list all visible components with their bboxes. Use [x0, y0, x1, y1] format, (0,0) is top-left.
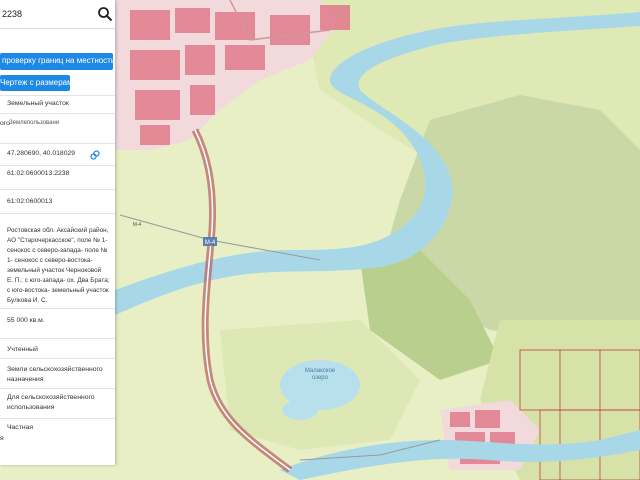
- land-category-row: Земли сельскохозяйственного назначения: [0, 358, 115, 388]
- check-boundaries-button[interactable]: проверку границ на местности: [0, 53, 113, 70]
- ownership-suffix: я: [0, 435, 4, 442]
- cad-number-row: 61:02:0600013:2238: [0, 165, 115, 189]
- road-label: М-4: [205, 240, 216, 246]
- coordinates[interactable]: 47.280690, 40.018029: [7, 150, 75, 157]
- permitted-use: Для сельскохозяйственного использования: [7, 394, 95, 411]
- cad-number: 61:02:0600013:2238: [7, 170, 70, 177]
- address-row: Ростовская обл. Аксайский район, АО "Ста…: [0, 213, 115, 308]
- registration-status: Учтенный: [7, 346, 38, 353]
- permitted-use-row: Для сельскохозяйственного использования: [0, 388, 115, 418]
- area: 55 000 кв.м.: [7, 317, 45, 324]
- lake: [282, 400, 318, 420]
- parcel-title: Земельный участок: [7, 100, 69, 107]
- land-category: Земли сельскохозяйственного назначения: [7, 366, 103, 383]
- cad-quarter: 61:02:0600013: [7, 198, 53, 205]
- search-input[interactable]: [0, 4, 90, 24]
- area-row: 55 000 кв.м.: [0, 308, 115, 338]
- registration-status-row: Учтенный: [0, 338, 115, 358]
- parcel-title-row: Земельный участок: [0, 95, 115, 113]
- road-label-2: М-4: [133, 222, 142, 228]
- ownership: Частная: [7, 424, 34, 431]
- status-text: Землепользовани: [9, 120, 60, 126]
- status-row: ого Землепользовани: [0, 113, 115, 143]
- coordinates-row: 47.280690, 40.018029: [0, 143, 115, 165]
- link-icon[interactable]: [90, 150, 100, 160]
- search-bar: [0, 0, 115, 29]
- address: Ростовская обл. Аксайский район, АО "Ста…: [7, 227, 110, 304]
- info-panel: ✕ проверку границ на местности Чертеж с …: [0, 0, 115, 465]
- draw-dimensions-button[interactable]: Чертеж с размерами: [0, 75, 70, 91]
- close-row: ✕: [0, 28, 115, 70]
- ownership-row: Частная я: [0, 418, 115, 465]
- quarter-row: 61:02:0600013: [0, 189, 115, 213]
- search-icon[interactable]: [97, 6, 113, 22]
